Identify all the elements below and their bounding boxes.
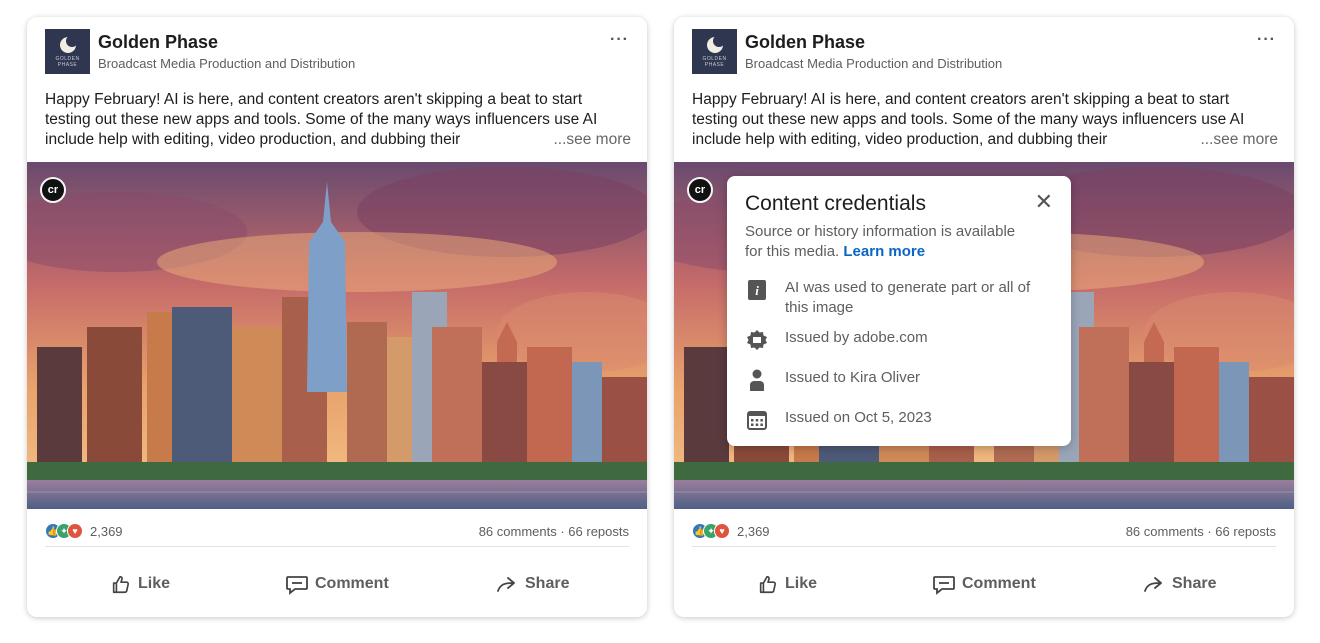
post-actions: Like Comment Share bbox=[692, 565, 1276, 605]
reaction-count: 2,369 bbox=[737, 523, 770, 539]
content-credentials-popover: Content credentials ✕ Source or history … bbox=[727, 176, 1071, 446]
share-button[interactable]: Share bbox=[495, 565, 569, 603]
post-stats: 👍 ✦ ♥ 2,369 86 comments · 66 reposts bbox=[45, 517, 629, 547]
see-more-link[interactable]: ...see more bbox=[547, 130, 631, 150]
post-text-line-last: include help with editing, video product… bbox=[692, 130, 1278, 150]
comment-button[interactable]: Comment bbox=[932, 565, 1036, 603]
comment-button[interactable]: Comment bbox=[285, 565, 389, 603]
share-button[interactable]: Share bbox=[1142, 565, 1216, 603]
content-credentials-badge[interactable]: cr bbox=[40, 177, 66, 203]
share-arrow-icon bbox=[1142, 573, 1166, 595]
reaction-count: 2,369 bbox=[90, 523, 123, 539]
post-text: Happy February! AI is here, and content … bbox=[692, 90, 1278, 150]
learn-more-link[interactable]: Learn more bbox=[843, 243, 925, 260]
company-logo[interactable]: GOLDEN PHASE bbox=[45, 29, 90, 74]
see-more-link[interactable]: ...see more bbox=[1194, 130, 1278, 150]
comment-label: Comment bbox=[962, 575, 1036, 592]
thumbs-up-icon bbox=[757, 573, 779, 595]
svg-text:i: i bbox=[755, 283, 759, 298]
love-reaction-icon: ♥ bbox=[714, 523, 730, 539]
post-card-left: GOLDEN PHASE Golden Phase Broadcast Medi… bbox=[27, 17, 647, 617]
moon-icon bbox=[706, 35, 725, 53]
post-text-line: include help with editing, video product… bbox=[45, 131, 461, 148]
logo-text: GOLDEN PHASE bbox=[55, 56, 80, 68]
comments-reposts-count[interactable]: 86 comments · 66 reposts bbox=[479, 524, 629, 539]
page-subtitle: Broadcast Media Production and Distribut… bbox=[98, 56, 356, 71]
page-subtitle: Broadcast Media Production and Distribut… bbox=[745, 56, 1003, 71]
comment-icon bbox=[932, 573, 956, 595]
post-stats: 👍 ✦ ♥ 2,369 86 comments · 66 reposts bbox=[692, 517, 1276, 547]
credential-item-ai: i AI was used to generate part or all of… bbox=[745, 278, 1051, 318]
page-name[interactable]: Golden Phase bbox=[745, 32, 865, 53]
love-reaction-icon: ♥ bbox=[67, 523, 83, 539]
post-text: Happy February! AI is here, and content … bbox=[45, 90, 631, 150]
post-text-line-last: include help with editing, video product… bbox=[45, 130, 631, 150]
share-label: Share bbox=[525, 575, 570, 592]
popover-description: Source or history information is availab… bbox=[745, 222, 1035, 262]
like-button[interactable]: Like bbox=[110, 565, 170, 603]
company-logo[interactable]: GOLDEN PHASE bbox=[692, 29, 737, 74]
thumbs-up-icon bbox=[110, 573, 132, 595]
page-name[interactable]: Golden Phase bbox=[98, 32, 218, 53]
person-icon bbox=[745, 368, 769, 392]
calendar-icon bbox=[745, 408, 769, 432]
post-image[interactable]: cr bbox=[27, 162, 647, 509]
like-label: Like bbox=[138, 575, 171, 592]
badge-icon bbox=[745, 328, 769, 352]
comments-reposts-count[interactable]: 86 comments · 66 reposts bbox=[1126, 524, 1276, 539]
credential-item-text: AI was used to generate part or all of t… bbox=[785, 279, 1031, 316]
more-options-icon[interactable]: ··· bbox=[610, 31, 629, 49]
popover-title: Content credentials bbox=[745, 192, 926, 215]
post-text-line: Happy February! AI is here, and content … bbox=[45, 91, 583, 108]
post-text-line: include help with editing, video product… bbox=[692, 131, 1108, 148]
more-options-icon[interactable]: ··· bbox=[1257, 31, 1276, 49]
credential-item-text: Issued on Oct 5, 2023 bbox=[785, 409, 932, 426]
like-label: Like bbox=[785, 575, 818, 592]
credential-item-text: Issued to Kira Oliver bbox=[785, 369, 921, 386]
credential-item-recipient: Issued to Kira Oliver bbox=[745, 368, 1051, 392]
logo-text: GOLDEN PHASE bbox=[702, 56, 727, 68]
share-label: Share bbox=[1172, 575, 1217, 592]
like-button[interactable]: Like bbox=[757, 565, 817, 603]
post-text-line: Happy February! AI is here, and content … bbox=[692, 91, 1230, 108]
info-icon: i bbox=[745, 278, 769, 302]
reactions[interactable]: 👍 ✦ ♥ 2,369 bbox=[692, 523, 770, 539]
credential-item-text: Issued by adobe.com bbox=[785, 329, 928, 346]
post-card-right: GOLDEN PHASE Golden Phase Broadcast Medi… bbox=[674, 17, 1294, 617]
post-actions: Like Comment Share bbox=[45, 565, 629, 605]
credential-item-issuer: Issued by adobe.com bbox=[745, 328, 1051, 352]
content-credentials-badge[interactable]: cr bbox=[687, 177, 713, 203]
comment-label: Comment bbox=[315, 575, 389, 592]
post-text-line: testing out these new apps and tools. So… bbox=[45, 111, 598, 128]
close-icon[interactable]: ✕ bbox=[1035, 191, 1053, 213]
reactions[interactable]: 👍 ✦ ♥ 2,369 bbox=[45, 523, 123, 539]
moon-icon bbox=[59, 35, 78, 53]
post-text-line: testing out these new apps and tools. So… bbox=[692, 111, 1245, 128]
comment-icon bbox=[285, 573, 309, 595]
credential-item-date: Issued on Oct 5, 2023 bbox=[745, 408, 1051, 432]
post-header: GOLDEN PHASE Golden Phase Broadcast Medi… bbox=[45, 29, 633, 75]
share-arrow-icon bbox=[495, 573, 519, 595]
post-header: GOLDEN PHASE Golden Phase Broadcast Medi… bbox=[692, 29, 1280, 75]
city-skyline-image bbox=[27, 162, 647, 509]
